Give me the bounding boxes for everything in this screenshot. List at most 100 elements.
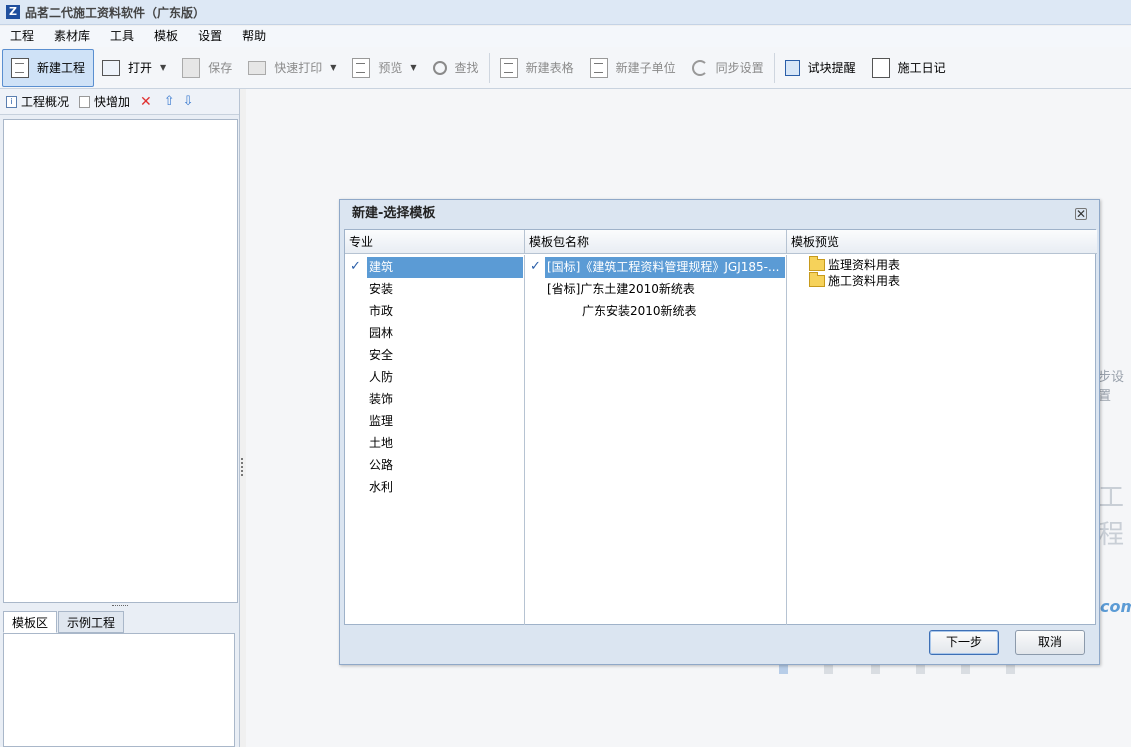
template-area-panel[interactable] [3, 633, 235, 747]
specialty-item[interactable]: 装饰 [369, 389, 393, 410]
menu-template[interactable]: 模板 [144, 26, 188, 47]
package-list: ✓ [国标]《建筑工程资料管理规程》JGJ185-... [省标]广东土建201… [525, 255, 787, 625]
specialty-item[interactable]: 安装 [369, 279, 393, 300]
app-logo-icon: Z [6, 5, 20, 19]
folder-icon [809, 272, 825, 287]
cancel-button[interactable]: 取消 [1015, 630, 1085, 655]
project-overview-button[interactable]: i 工程概况 [6, 93, 69, 110]
dialog-footer: 下一步 取消 [340, 626, 1099, 664]
notepad-icon [871, 57, 890, 78]
toolbar: 新建工程 打开 ▼ 保存 快速打印 ▼ 预览 ▼ 查找 新建表格 新建子单位 同… [0, 47, 1131, 89]
menu-bar: 工程 素材库 工具 模板 设置 帮助 [0, 26, 1131, 47]
checkmark-icon: ✓ [350, 259, 361, 274]
new-table-label: 新建表格 [525, 61, 574, 75]
carousel-dot[interactable] [916, 665, 925, 674]
preview-label: 预览 [378, 61, 403, 75]
menu-tools[interactable]: 工具 [100, 26, 144, 47]
test-block-reminder-label: 试块提醒 [807, 61, 856, 75]
print-dropdown-arrow-icon[interactable]: ▼ [330, 63, 336, 72]
vertical-splitter[interactable] [241, 458, 244, 476]
menu-settings[interactable]: 设置 [188, 26, 232, 47]
specialty-item[interactable]: 人防 [369, 367, 393, 388]
printer-icon [248, 60, 267, 75]
carousel-dot[interactable] [824, 665, 833, 674]
tab-template-area[interactable]: 模板区 [3, 611, 58, 633]
menu-material-library[interactable]: 素材库 [44, 26, 100, 47]
open-dropdown-arrow-icon[interactable]: ▼ [160, 63, 166, 72]
app-title: 品茗二代施工资料软件（广东版） [25, 5, 206, 20]
open-label: 打开 [128, 61, 153, 75]
specialty-item[interactable]: 监理 [369, 411, 393, 432]
toolbar-separator [773, 52, 775, 83]
quick-add-button[interactable]: 快增加 [79, 93, 130, 110]
carousel-dot[interactable] [779, 665, 788, 674]
package-item-selected[interactable]: [国标]《建筑工程资料管理规程》JGJ185-... [545, 257, 785, 278]
construction-diary-label: 施工日记 [897, 61, 946, 75]
new-table-icon [499, 57, 518, 78]
specialty-item[interactable]: 市政 [369, 301, 393, 322]
preview-icon [352, 57, 371, 78]
menu-help[interactable]: 帮助 [232, 26, 276, 47]
folder-icon [809, 256, 825, 271]
template-preview-tree: 监理资料用表 施工资料用表 [787, 255, 1097, 625]
horizontal-splitter[interactable] [112, 605, 128, 609]
close-icon[interactable]: ✕ [1075, 208, 1087, 220]
checkmark-icon: ✓ [530, 259, 541, 274]
construction-diary-button[interactable]: 施工日记 [864, 49, 954, 87]
specialty-item[interactable]: 土地 [369, 433, 393, 454]
package-item[interactable]: 广东安装2010新统表 [582, 301, 697, 322]
specialty-item[interactable]: 园林 [369, 323, 393, 344]
title-bar: Z 品茗二代施工资料软件（广东版） [0, 0, 1131, 25]
left-panel: i 工程概况 快增加 ✕ ⇧ ⇩ 模板区 示例工程 [0, 89, 240, 747]
tab-sample-project[interactable]: 示例工程 [58, 611, 125, 633]
find-button[interactable]: 查找 [425, 49, 487, 87]
column-header-specialty: 专业 [345, 230, 525, 254]
new-subunit-button[interactable]: 新建子单位 [582, 49, 684, 87]
move-down-icon[interactable]: ⇩ [183, 94, 194, 109]
specialty-item[interactable]: 水利 [369, 477, 393, 498]
new-table-button[interactable]: 新建表格 [492, 49, 582, 87]
preview-dropdown-arrow-icon[interactable]: ▼ [410, 63, 416, 72]
move-up-icon[interactable]: ⇧ [164, 94, 175, 109]
new-project-label: 新建工程 [37, 61, 86, 75]
specialty-item[interactable]: 安全 [369, 345, 393, 366]
package-label: [国标]《建筑工程资料管理规程》JGJ185-... [545, 260, 782, 274]
specialty-item-selected[interactable]: 建筑 [367, 257, 523, 278]
column-header-package-name: 模板包名称 [525, 230, 787, 254]
carousel-dot[interactable] [961, 665, 970, 674]
preview-folder-label: 监理资料用表 [828, 258, 901, 272]
sync-settings-button[interactable]: 同步设置 [684, 49, 772, 87]
specialty-item[interactable]: 公路 [369, 455, 393, 476]
column-header-preview: 模板预览 [787, 230, 1097, 254]
test-block-reminder-button[interactable]: 试块提醒 [777, 49, 864, 87]
quick-print-button[interactable]: 快速打印 ▼ [240, 49, 344, 87]
delete-icon[interactable]: ✕ [140, 94, 152, 110]
bottom-tabs: 模板区 示例工程 [3, 611, 125, 633]
background-domain-text: com [1100, 597, 1131, 616]
background-project-text: 工程 [1098, 483, 1125, 550]
carousel-dot[interactable] [871, 665, 880, 674]
new-template-dialog: 新建-选择模板 ✕ 专业 模板包名称 模板预览 ✓ 建筑 安装 市政 园林 安全… [339, 199, 1100, 665]
preview-folder-label: 施工资料用表 [828, 274, 901, 288]
open-folder-icon [102, 59, 121, 76]
open-button[interactable]: 打开 ▼ [94, 49, 174, 87]
carousel-dot[interactable] [1006, 665, 1015, 674]
new-project-button[interactable]: 新建工程 [2, 48, 95, 87]
cube-icon [784, 59, 800, 76]
info-icon: i [6, 95, 17, 108]
sync-settings-label: 同步设置 [715, 61, 764, 75]
left-panel-toolbar: i 工程概况 快增加 ✕ ⇧ ⇩ [0, 89, 239, 115]
preview-folder-item[interactable]: 施工资料用表 [809, 272, 901, 289]
next-step-button[interactable]: 下一步 [929, 630, 999, 655]
menu-project[interactable]: 工程 [0, 26, 44, 47]
copy-icon [79, 95, 91, 108]
dialog-body: 专业 模板包名称 模板预览 ✓ 建筑 安装 市政 园林 安全 人防 装饰 监理 … [344, 229, 1097, 625]
save-button[interactable]: 保存 [174, 49, 240, 87]
preview-button[interactable]: 预览 ▼ [344, 49, 424, 87]
toolbar-separator [488, 52, 490, 83]
package-item[interactable]: [省标]广东土建2010新统表 [547, 279, 695, 300]
specialty-list: ✓ 建筑 安装 市政 园林 安全 人防 装饰 监理 土地 公路 水利 [345, 255, 525, 625]
project-tree[interactable] [3, 119, 238, 603]
quick-add-label: 快增加 [94, 95, 131, 109]
preview-folder-item[interactable]: 监理资料用表 [809, 256, 901, 273]
